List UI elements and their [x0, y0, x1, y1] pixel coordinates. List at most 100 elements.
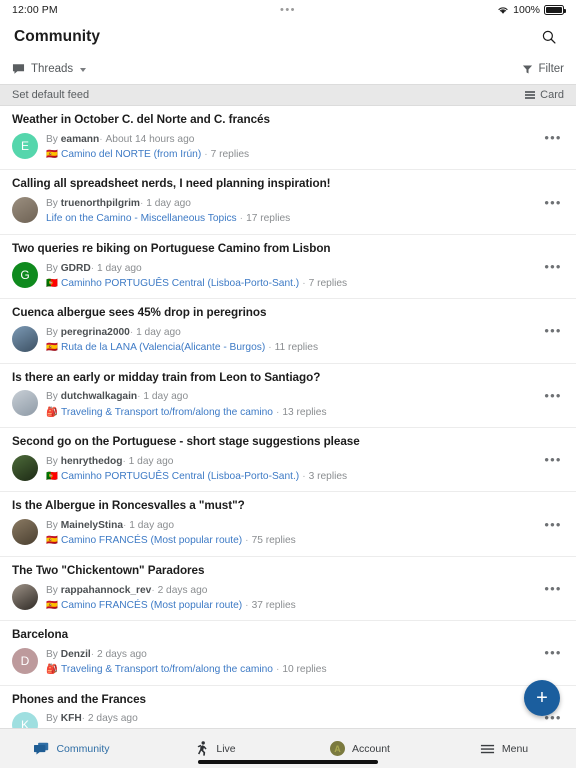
hamburger-icon: [480, 744, 494, 753]
filter-button[interactable]: Filter: [522, 63, 564, 75]
funnel-icon: [523, 64, 533, 73]
thread-row[interactable]: Is the Albergue in Roncesvalles a "must"…: [0, 492, 576, 557]
thread-category-line: Life on the Camino - Miscellaneous Topic…: [46, 211, 564, 226]
thread-author[interactable]: eamann: [61, 134, 100, 145]
category-icon: 🇪🇸: [46, 148, 58, 160]
thread-category-link[interactable]: Traveling & Transport to/from/along the …: [61, 662, 273, 677]
thread-more-options-button[interactable]: •••: [540, 577, 566, 599]
thread-category-link[interactable]: Caminho PORTUGUÊS Central (Lisboa-Porto-…: [61, 469, 299, 484]
thread-author[interactable]: truenorthpilgrim: [61, 198, 140, 209]
thread-row[interactable]: The Two "Chickentown" Paradores By rappah…: [0, 556, 576, 622]
create-post-button[interactable]: +: [524, 680, 560, 716]
thread-category-link[interactable]: Camino FRANCÉS (Most popular route): [61, 533, 242, 548]
by-prefix: By: [46, 198, 61, 210]
thread-row[interactable]: Weather in October C. del Norte and C. f…: [0, 106, 576, 171]
thread-reply-count: 10 replies: [282, 664, 327, 676]
avatar[interactable]: D: [12, 647, 38, 674]
view-mode-label: Card: [540, 89, 564, 101]
thread-row[interactable]: Two queries re biking on Portuguese Cami…: [0, 234, 576, 300]
thread-more-options-button[interactable]: •••: [540, 320, 566, 342]
thread-more-options-button[interactable]: •••: [540, 191, 566, 213]
nav-item-label: Community: [56, 742, 110, 755]
thread-timestamp: 1 day ago: [136, 326, 181, 338]
avatar[interactable]: E: [12, 132, 38, 159]
thread-title[interactable]: Cuenca albergue sees 45% drop in peregri…: [12, 305, 564, 321]
thread-author[interactable]: KFH: [61, 713, 82, 724]
thread-title[interactable]: Second go on the Portuguese - short stag…: [12, 434, 564, 450]
thread-title[interactable]: Calling all spreadsheet nerds, I need pl…: [12, 176, 564, 192]
thread-category-line: 🇪🇸 Camino FRANCÉS (Most popular route) · 37…: [46, 598, 564, 613]
threads-selector[interactable]: Threads: [12, 63, 87, 75]
avatar-letter: G: [20, 267, 30, 282]
status-bar-dots: •••: [279, 4, 297, 16]
thread-author[interactable]: Denzil: [61, 649, 91, 660]
thread-author[interactable]: peregrina2000: [61, 327, 130, 338]
thread-category-link[interactable]: Life on the Camino - Miscellaneous Topic…: [46, 211, 237, 226]
nav-item-live[interactable]: Live: [144, 741, 288, 756]
thread-timestamp: 1 day ago: [146, 198, 191, 210]
thread-more-options-button[interactable]: •••: [540, 384, 566, 406]
thread-meta-text: By eamann· About 14 hours ago 🇪🇸 Camino de…: [46, 132, 564, 163]
thread-timestamp: 2 days ago: [157, 584, 208, 596]
thread-meta: By MainelyStina· 1 day ago 🇪🇸 Camino FRANC…: [12, 518, 564, 549]
thread-category-link[interactable]: Camino del NORTE (from Irún): [61, 147, 201, 162]
avatar[interactable]: [12, 519, 38, 546]
thread-title[interactable]: Weather in October C. del Norte and C. f…: [12, 112, 564, 128]
thread-author[interactable]: GDRD: [61, 263, 91, 274]
thread-title[interactable]: Is there an early or midday train from L…: [12, 370, 564, 386]
thread-category-link[interactable]: Camino FRANCÉS (Most popular route): [61, 598, 242, 613]
by-prefix: By: [46, 326, 61, 338]
thread-reply-count: 7 replies: [210, 149, 250, 161]
thread-author[interactable]: MainelyStina: [61, 520, 123, 531]
view-mode-button[interactable]: Card: [525, 89, 564, 101]
thread-title[interactable]: Two queries re biking on Portuguese Cami…: [12, 241, 564, 257]
category-icon: 🇵🇹: [46, 470, 58, 482]
thread-author-line: By rappahannock_rev· 2 days ago: [46, 583, 564, 598]
nav-item-community[interactable]: Community: [0, 742, 144, 756]
thread-category-line: 🇪🇸 Camino FRANCÉS (Most popular route) · 75…: [46, 533, 564, 548]
thread-title[interactable]: Is the Albergue in Roncesvalles a "must"…: [12, 498, 564, 514]
thread-author-line: By eamann· About 14 hours ago: [46, 132, 564, 147]
by-prefix: By: [46, 584, 61, 596]
thread-category-link[interactable]: Traveling & Transport to/from/along the …: [61, 405, 273, 420]
thread-more-options-button[interactable]: •••: [540, 642, 566, 664]
thread-category-link[interactable]: Caminho PORTUGUÊS Central (Lisboa-Porto-…: [61, 276, 299, 291]
thread-category-line: 🇪🇸 Ruta de la LANA (Valencia(Alicante - B…: [46, 340, 564, 355]
feed-settings-bar: Set default feed Card: [0, 84, 576, 106]
thread-more-options-button[interactable]: •••: [540, 255, 566, 277]
nav-item-account[interactable]: A Account: [288, 741, 432, 756]
chat-bubble-icon: [12, 64, 25, 74]
thread-row[interactable]: Cuenca albergue sees 45% drop in peregri…: [0, 299, 576, 364]
thread-title[interactable]: Barcelona: [12, 627, 564, 643]
thread-author[interactable]: henrythedog: [61, 456, 123, 467]
wifi-icon: [498, 7, 508, 14]
thread-category-link[interactable]: Ruta de la LANA (Valencia(Alicante - Bur…: [61, 340, 265, 355]
avatar[interactable]: G: [12, 261, 38, 288]
thread-more-options-button[interactable]: •••: [540, 127, 566, 149]
thread-meta: D By Denzil· 2 days ago 🎒 Traveling & Trans…: [12, 647, 564, 678]
list-lines-icon: [525, 91, 536, 99]
avatar[interactable]: [12, 454, 38, 481]
thread-row[interactable]: Is there an early or midday train from L…: [0, 363, 576, 428]
thread-more-options-button[interactable]: •••: [540, 513, 566, 535]
thread-author[interactable]: rappahannock_rev: [61, 585, 152, 596]
thread-author[interactable]: dutchwalkagain: [61, 391, 137, 402]
avatar[interactable]: [12, 583, 38, 610]
avatar[interactable]: [12, 325, 38, 352]
search-button[interactable]: [536, 24, 562, 50]
thread-row[interactable]: Barcelona D By Denzil· 2 days ago 🎒 Travelin…: [0, 621, 576, 686]
set-default-feed-button[interactable]: Set default feed: [12, 89, 89, 101]
thread-row[interactable]: Calling all spreadsheet nerds, I need pl…: [0, 170, 576, 235]
thread-title[interactable]: The Two "Chickentown" Paradores: [12, 563, 564, 579]
nav-item-menu[interactable]: Menu: [432, 743, 576, 755]
thread-row[interactable]: Second go on the Portuguese - short stag…: [0, 427, 576, 493]
thread-meta: E By eamann· About 14 hours ago 🇪🇸 Camino d…: [12, 132, 564, 163]
separator-dot: ·: [245, 599, 249, 611]
thread-author-line: By KFH· 2 days ago: [46, 711, 564, 726]
avatar[interactable]: [12, 390, 38, 417]
thread-category-line: 🇵🇹 Caminho PORTUGUÊS Central (Lisboa-Port…: [46, 276, 564, 291]
thread-title[interactable]: Phones and the Frances: [12, 692, 564, 708]
thread-author-line: By truenorthpilgrim· 1 day ago: [46, 196, 564, 211]
thread-more-options-button[interactable]: •••: [540, 449, 566, 471]
avatar[interactable]: [12, 197, 38, 224]
